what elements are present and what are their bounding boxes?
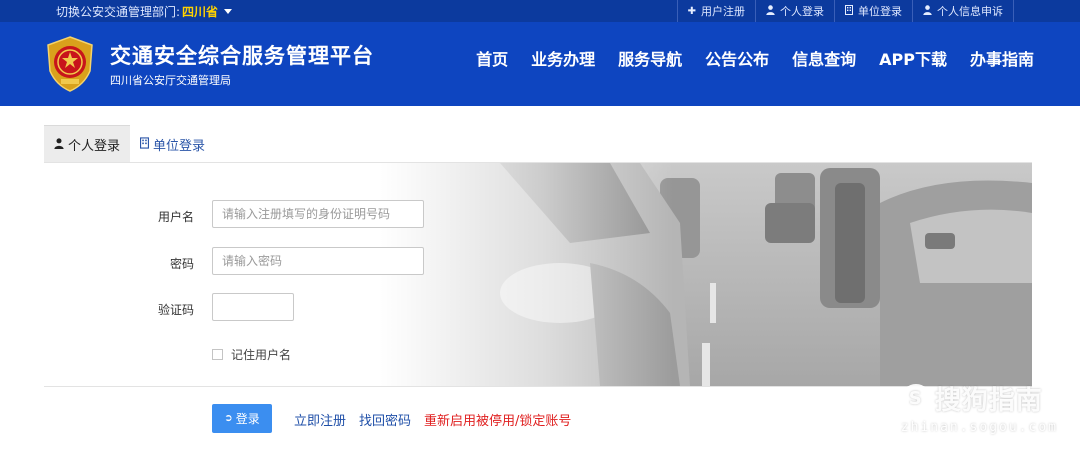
police-emblem-logo (44, 35, 96, 93)
register-link[interactable]: 立即注册 (294, 410, 346, 429)
top-link-unit-login[interactable]: 单位登录 (834, 0, 912, 22)
user-icon (766, 4, 775, 18)
login-button[interactable]: ➲ 登录 (212, 404, 272, 433)
user-icon (923, 4, 932, 18)
plus-icon: ✚ (687, 5, 696, 17)
reactivate-account-link[interactable]: 重新启用被停用/锁定账号 (424, 410, 571, 429)
caret-down-icon (224, 9, 233, 14)
captcha-input[interactable] (212, 293, 294, 321)
sign-in-icon: ➲ (224, 413, 233, 424)
username-label: 用户名 (157, 210, 194, 224)
nav-info-query[interactable]: 信息查询 (792, 46, 856, 70)
remember-label: 记住用户名 (231, 348, 292, 362)
user-icon (54, 137, 64, 152)
nav-help-guide[interactable]: 办事指南 (970, 46, 1034, 70)
watermark-brand-text: 搜狗指南 (934, 386, 1043, 416)
sogou-logo-icon: S (900, 383, 931, 414)
top-link-label: 个人信息申诉 (937, 5, 1003, 18)
nav-service-guide[interactable]: 服务导航 (618, 46, 682, 70)
watermark-brand: S 搜狗指南 (900, 380, 1058, 417)
tab-personal-login[interactable]: 个人登录 (44, 125, 131, 163)
nav-business[interactable]: 业务办理 (531, 46, 595, 70)
building-icon (845, 4, 853, 18)
top-link-personal-login[interactable]: 个人登录 (755, 0, 834, 22)
department-switch-label: 切换公安交通管理部门: (56, 5, 181, 19)
street-background-image (380, 163, 1032, 386)
tab-label: 单位登录 (153, 138, 206, 154)
remember-checkbox[interactable] (212, 349, 223, 360)
top-link-label: 个人登录 (780, 5, 824, 18)
top-link-user-register[interactable]: ✚ 用户注册 (676, 0, 755, 22)
top-utility-bar: 切换公安交通管理部门: 四川省 ✚ 用户注册 个人登录 单位登录 个人信息申诉 (0, 0, 1080, 22)
building-icon (140, 136, 150, 152)
top-link-label: 用户注册 (701, 5, 745, 18)
nav-home[interactable]: 首页 (476, 46, 508, 70)
remember-username[interactable]: 记住用户名 (212, 346, 291, 363)
province-name: 四川省 (182, 5, 219, 19)
platform-subtitle: 四川省公安厅交通管理局 (110, 74, 231, 87)
username-input[interactable] (212, 200, 424, 228)
top-links: ✚ 用户注册 个人登录 单位登录 个人信息申诉 (676, 0, 1014, 22)
department-switcher[interactable]: 切换公安交通管理部门: 四川省 (56, 3, 233, 20)
watermark-url: zhinan.sogou.com (900, 420, 1058, 435)
login-tabs: 个人登录 单位登录 (44, 125, 215, 163)
top-link-info-appeal[interactable]: 个人信息申诉 (912, 0, 1014, 22)
nav-announcements[interactable]: 公告公布 (705, 46, 769, 70)
platform-title: 交通安全综合服务管理平台 (110, 44, 374, 68)
recover-password-link[interactable]: 找回密码 (359, 410, 411, 429)
login-button-label: 登录 (235, 412, 260, 426)
site-header: 交通安全综合服务管理平台 四川省公安厅交通管理局 首页 业务办理 服务导航 公告… (0, 22, 1080, 106)
password-label: 密码 (169, 257, 194, 271)
tab-unit-login[interactable]: 单位登录 (130, 125, 215, 163)
sogou-watermark: S 搜狗指南 zhinan.sogou.com (900, 380, 1058, 435)
nav-app-download[interactable]: APP下载 (879, 46, 947, 70)
password-input[interactable] (212, 247, 424, 275)
form-divider (44, 386, 1032, 387)
main-nav: 首页 业务办理 服务导航 公告公布 信息查询 APP下载 办事指南 (453, 46, 1034, 70)
captcha-label: 验证码 (157, 303, 194, 317)
tab-label: 个人登录 (68, 139, 121, 154)
top-link-label: 单位登录 (858, 5, 902, 18)
